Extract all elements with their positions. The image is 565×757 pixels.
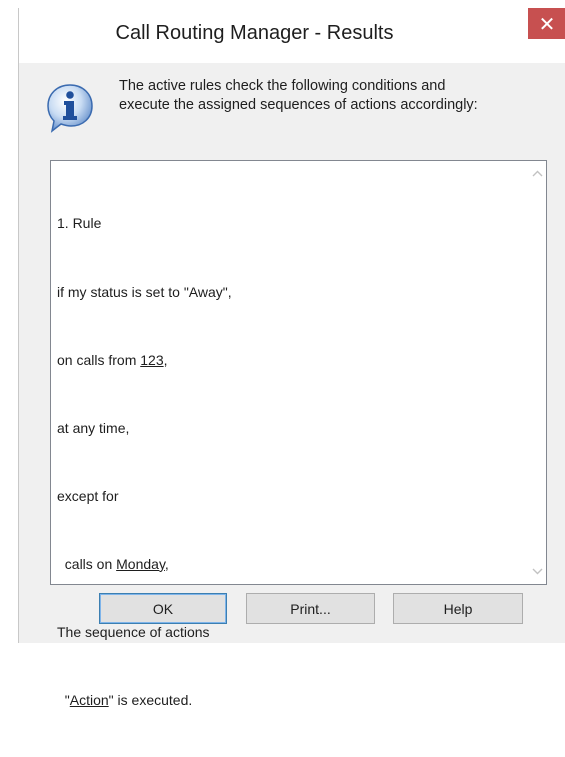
rule-line: 1. Rule [57,215,102,232]
info-message: The active rules check the following con… [119,77,559,115]
vertical-scrollbar[interactable] [529,161,546,584]
rule-line: at any time, [57,419,130,436]
scroll-down-arrow-icon[interactable] [529,563,546,580]
rules-listbox[interactable]: 1. Rule if my status is set to "Away", o… [50,160,547,708]
title-bar[interactable]: Call Routing Manager - Results ✕ [19,8,565,63]
print-button[interactable]: Print... [246,593,375,624]
dialog-window: Call Routing Manager - Results ✕ The act… [18,8,565,708]
rule-line: if my status is set to "Away", [57,283,232,300]
caller-link[interactable]: 123 [140,352,163,368]
rule-description: 1. Rule if my status is set to "Away", o… [57,167,232,757]
action-link[interactable]: Action [70,692,109,708]
info-icon [45,82,95,134]
rule-line: on calls from 123, [57,351,168,368]
rule-line: calls on Monday, [57,555,169,572]
rule-line: except for [57,487,119,504]
window-title: Call Routing Manager - Results [115,22,394,44]
rule-line: "Action" is executed. [57,692,193,709]
close-button[interactable]: ✕ [528,8,565,39]
help-button[interactable]: Help [393,593,523,624]
info-message-line: execute the assigned sequences of action… [119,97,478,113]
rule-line: The sequence of actions [57,623,210,640]
day-link[interactable]: Monday [116,556,165,572]
scroll-up-arrow-icon[interactable] [529,165,546,182]
info-message-line: The active rules check the following con… [119,78,446,94]
close-icon: ✕ [538,11,556,36]
ok-button[interactable]: OK [99,593,227,624]
